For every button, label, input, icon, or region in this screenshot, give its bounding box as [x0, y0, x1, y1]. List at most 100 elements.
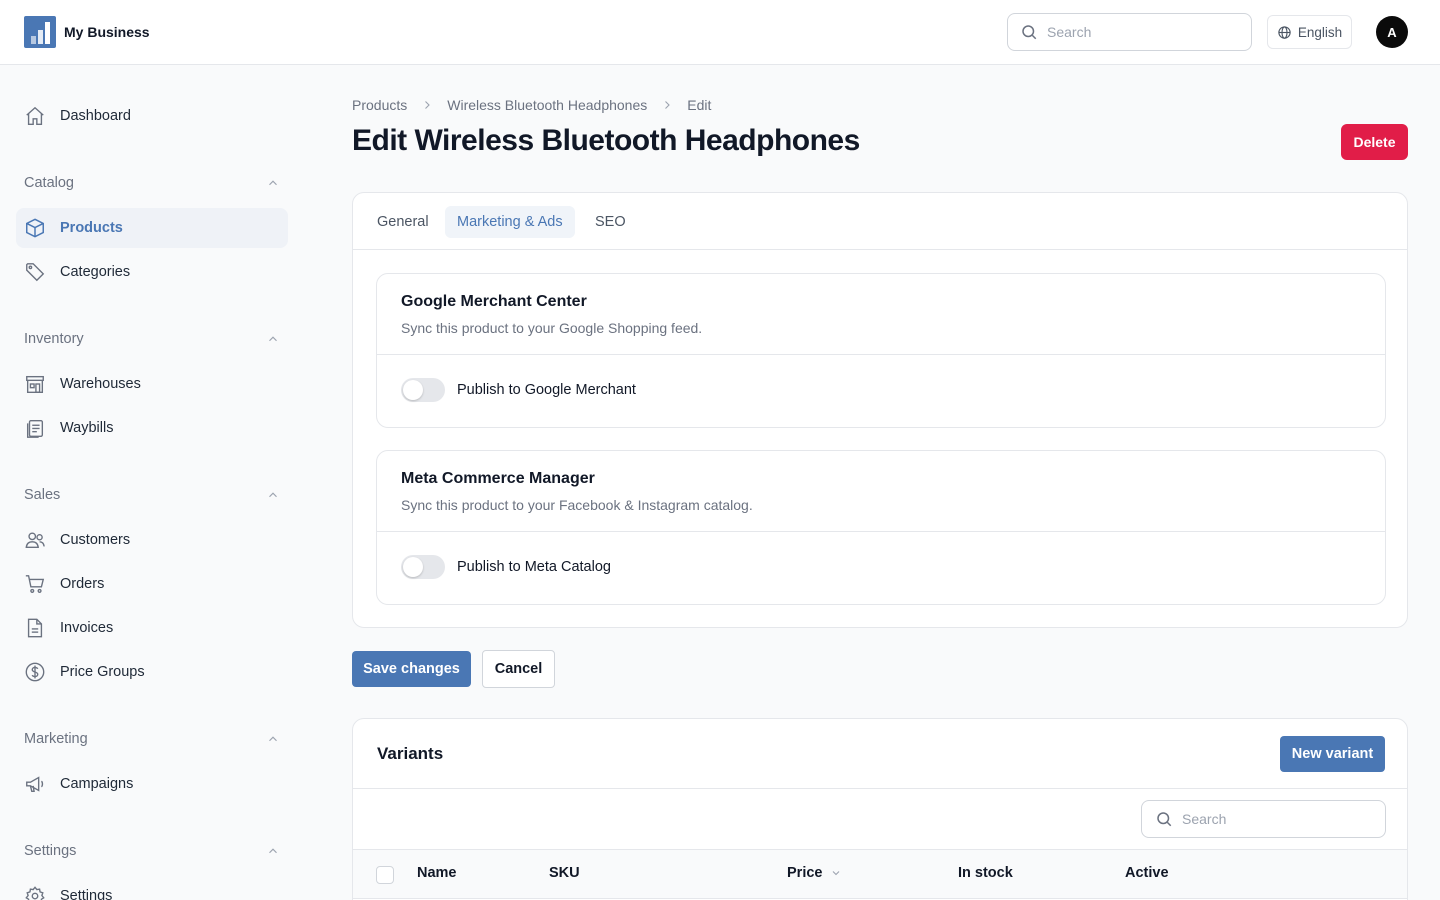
card-description: Sync this product to your Google Shoppin… — [401, 320, 703, 336]
warehouse-icon — [24, 373, 46, 395]
tab-bar: General Marketing & Ads SEO — [353, 193, 1407, 250]
divider — [377, 531, 1385, 532]
divider — [377, 354, 1385, 355]
chevron-up-icon — [269, 336, 277, 342]
sidebar-item-warehouses[interactable]: Warehouses — [16, 364, 288, 404]
sidebar-section-sales[interactable]: Sales — [24, 487, 280, 503]
user-avatar[interactable]: A — [1376, 16, 1408, 48]
section-title: Inventory — [24, 331, 84, 347]
variants-search-input[interactable] — [1182, 811, 1362, 827]
chevron-up-icon — [269, 180, 277, 186]
new-variant-button[interactable]: New variant — [1280, 736, 1385, 772]
sidebar-item-label: Price Groups — [60, 664, 145, 680]
section-title: Sales — [24, 487, 61, 503]
users-icon — [24, 529, 46, 551]
sidebar-item-waybills[interactable]: Waybills — [16, 408, 288, 448]
sidebar-item-price-groups[interactable]: Price Groups — [16, 652, 288, 692]
toggle-label: Publish to Google Merchant — [457, 382, 636, 398]
column-price[interactable]: Price — [787, 865, 842, 881]
tab-general[interactable]: General — [365, 206, 441, 238]
column-in-stock[interactable]: In stock — [958, 865, 1013, 881]
section-title: Settings — [24, 843, 77, 859]
sidebar-item-label: Settings — [60, 888, 113, 900]
sidebar-item-orders[interactable]: Orders — [16, 564, 288, 604]
section-title: Catalog — [24, 175, 74, 191]
select-all-checkbox[interactable] — [376, 866, 394, 884]
brand-name: My Business — [64, 24, 150, 40]
google-merchant-toggle[interactable] — [401, 378, 445, 402]
column-name[interactable]: Name — [417, 865, 457, 881]
global-search-input[interactable] — [1047, 24, 1227, 40]
tab-marketing-ads[interactable]: Marketing & Ads — [445, 206, 575, 238]
toggle-label: Publish to Meta Catalog — [457, 559, 611, 575]
cancel-button[interactable]: Cancel — [482, 650, 555, 688]
column-label: In stock — [958, 865, 1013, 881]
chevron-down-icon — [833, 871, 840, 876]
sidebar-section-catalog[interactable]: Catalog — [24, 175, 280, 191]
table-header: Name SKU Price In stock Active — [353, 849, 1407, 899]
sidebar-item-label: Campaigns — [60, 776, 134, 792]
dollar-circle-icon — [24, 661, 46, 683]
global-search[interactable] — [1007, 13, 1252, 51]
toggle-knob — [403, 557, 423, 577]
globe-icon — [1278, 25, 1291, 39]
search-icon — [1022, 25, 1037, 40]
top-bar: My Business English A — [0, 0, 1440, 65]
variants-search[interactable] — [1141, 800, 1386, 838]
chevron-up-icon — [269, 736, 277, 742]
cube-icon — [24, 217, 46, 239]
tag-icon — [24, 261, 46, 283]
home-icon — [24, 105, 46, 127]
variants-title: Variants — [377, 744, 444, 763]
sidebar-item-settings[interactable]: Settings — [16, 876, 288, 900]
breadcrumb-current: Edit — [687, 97, 712, 113]
save-changes-button[interactable]: Save changes — [352, 651, 471, 687]
sidebar-item-label: Warehouses — [60, 376, 141, 392]
cart-icon — [24, 573, 46, 595]
sidebar-item-label: Categories — [60, 264, 131, 280]
sidebar-section-settings[interactable]: Settings — [24, 843, 280, 859]
document-icon — [24, 617, 46, 639]
toggle-knob — [403, 380, 423, 400]
section-title: Marketing — [24, 731, 88, 747]
sidebar-item-label: Waybills — [60, 420, 114, 436]
delete-button[interactable]: Delete — [1341, 124, 1408, 160]
sidebar-item-categories[interactable]: Categories — [16, 252, 288, 292]
sidebar-item-label: Invoices — [60, 620, 114, 636]
gear-icon — [24, 885, 46, 900]
language-selector[interactable]: English — [1267, 15, 1352, 49]
divider — [353, 788, 1407, 789]
column-label: Active — [1125, 865, 1169, 881]
edit-form-card: General Marketing & Ads SEO Google Merch… — [352, 192, 1408, 628]
sidebar-item-invoices[interactable]: Invoices — [16, 608, 288, 648]
brand[interactable]: My Business — [24, 16, 150, 48]
sidebar-section-marketing[interactable]: Marketing — [24, 731, 280, 747]
sidebar-section-inventory[interactable]: Inventory — [24, 331, 280, 347]
breadcrumb-product[interactable]: Wireless Bluetooth Headphones — [447, 97, 647, 113]
sidebar-item-campaigns[interactable]: Campaigns — [16, 764, 288, 804]
card-description: Sync this product to your Facebook & Ins… — [401, 497, 753, 513]
sidebar-item-products[interactable]: Products — [16, 208, 288, 248]
sidebar-item-dashboard[interactable]: Dashboard — [16, 96, 288, 136]
column-label: Price — [787, 865, 823, 881]
breadcrumb-products[interactable]: Products — [352, 97, 407, 113]
meta-catalog-toggle[interactable] — [401, 555, 445, 579]
clipboard-icon — [24, 417, 46, 439]
column-label: SKU — [549, 865, 580, 881]
column-label: Name — [417, 865, 457, 881]
column-active[interactable]: Active — [1125, 865, 1169, 881]
meta-commerce-card: Meta Commerce Manager Sync this product … — [376, 450, 1386, 605]
chevron-up-icon — [269, 492, 277, 498]
chevron-right-icon — [665, 101, 671, 109]
sidebar-item-label: Customers — [60, 532, 131, 548]
sidebar: Dashboard Catalog Products Categories In… — [0, 65, 305, 900]
sidebar-item-customers[interactable]: Customers — [16, 520, 288, 560]
breadcrumb: Products Wireless Bluetooth Headphones E… — [352, 97, 711, 113]
language-label: English — [1297, 24, 1343, 40]
tab-seo[interactable]: SEO — [583, 206, 638, 238]
chevron-right-icon — [425, 101, 431, 109]
variants-card: Variants New variant Name SKU Price In s… — [352, 718, 1408, 900]
page-title: Edit Wireless Bluetooth Headphones — [352, 124, 860, 157]
megaphone-icon — [24, 773, 46, 795]
column-sku[interactable]: SKU — [549, 865, 580, 881]
